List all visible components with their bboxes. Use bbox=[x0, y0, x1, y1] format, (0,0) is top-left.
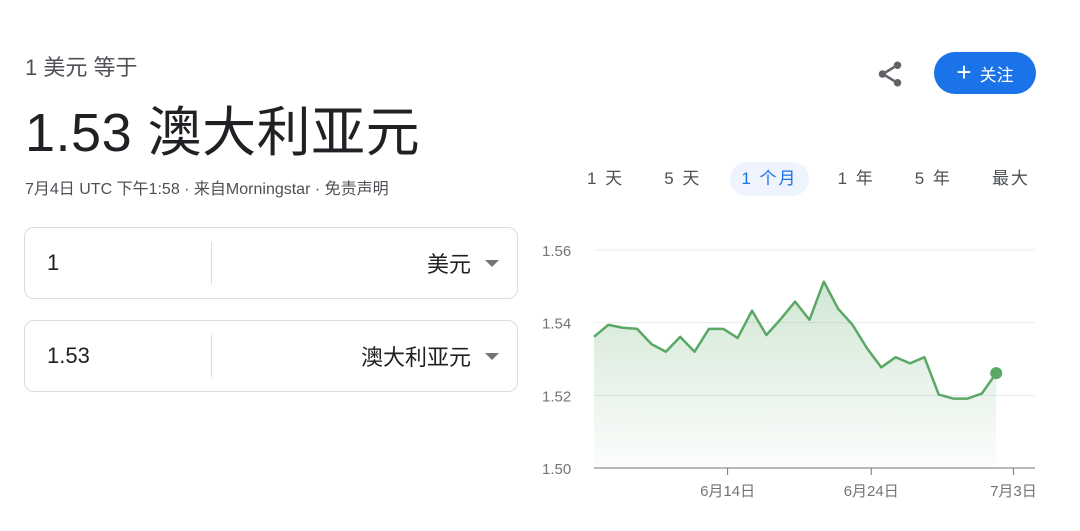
chevron-down-icon bbox=[485, 352, 499, 360]
to-amount-input[interactable]: 1.53 bbox=[47, 321, 90, 391]
tab-1-day[interactable]: 1 天 bbox=[576, 162, 635, 196]
follow-button[interactable]: + 关注 bbox=[934, 52, 1036, 94]
x-tick-label: 6月24日 bbox=[844, 483, 899, 500]
range-tabs: 1 天 5 天 1 个月 1 年 5 年 最大 bbox=[576, 162, 1059, 196]
chevron-down-icon bbox=[485, 259, 499, 267]
from-currency-label: 美元 bbox=[426, 252, 471, 277]
share-icon bbox=[878, 61, 902, 87]
tab-5-day[interactable]: 5 天 bbox=[653, 162, 712, 196]
tab-1-year[interactable]: 1 年 bbox=[827, 162, 886, 196]
x-tick-label: 7月3日 bbox=[990, 483, 1037, 500]
y-tick-label: 1.54 bbox=[542, 316, 571, 333]
latest-point-dot bbox=[990, 367, 1003, 380]
y-tick-label: 1.50 bbox=[542, 461, 571, 478]
share-button[interactable] bbox=[872, 56, 908, 92]
divider bbox=[211, 335, 212, 377]
to-currency-label: 澳大利亚元 bbox=[360, 345, 471, 370]
y-tick-label: 1.56 bbox=[542, 243, 571, 260]
plus-icon: + bbox=[956, 56, 972, 87]
timestamp-source: 7月4日 UTC 下午1:58 · 来自Morningstar · 免责声明 bbox=[25, 181, 389, 198]
conversion-result: 1.53 澳大利亚元 bbox=[25, 103, 421, 163]
to-currency-row: 1.53 澳大利亚元 bbox=[24, 320, 518, 392]
series-area bbox=[594, 281, 997, 468]
from-currency-row: 1 美元 bbox=[24, 227, 518, 299]
conversion-subtitle: 1 美元 等于 bbox=[25, 55, 138, 80]
divider bbox=[211, 242, 212, 284]
follow-label: 关注 bbox=[979, 65, 1014, 85]
to-currency-select[interactable]: 澳大利亚元 bbox=[361, 321, 499, 391]
exchange-rate-chart[interactable]: 1.56 1.54 1.52 1.50 6月14日 6月24日 7月3日 bbox=[530, 228, 1050, 518]
tab-5-year[interactable]: 5 年 bbox=[904, 162, 963, 196]
tab-max[interactable]: 最大 bbox=[981, 162, 1041, 196]
from-amount-input[interactable]: 1 bbox=[47, 228, 59, 298]
y-tick-label: 1.52 bbox=[542, 388, 571, 405]
tab-1-month[interactable]: 1 个月 bbox=[730, 162, 809, 196]
x-tick-label: 6月14日 bbox=[700, 483, 755, 500]
from-currency-select[interactable]: 美元 bbox=[427, 228, 499, 298]
